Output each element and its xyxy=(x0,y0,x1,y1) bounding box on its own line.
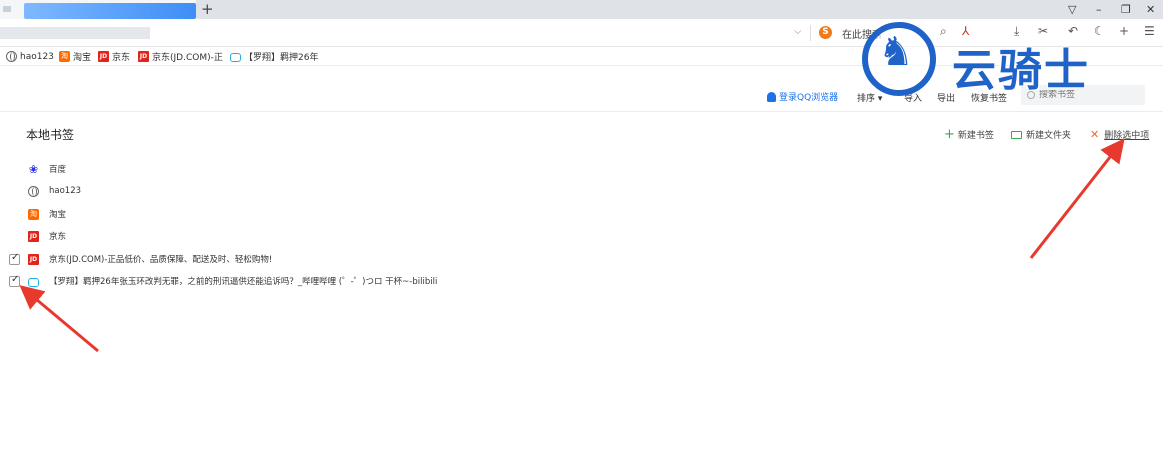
annotation-arrows xyxy=(19,138,1125,353)
arrow-to-delete xyxy=(1029,138,1125,259)
arrow-to-checkbox xyxy=(19,285,99,353)
